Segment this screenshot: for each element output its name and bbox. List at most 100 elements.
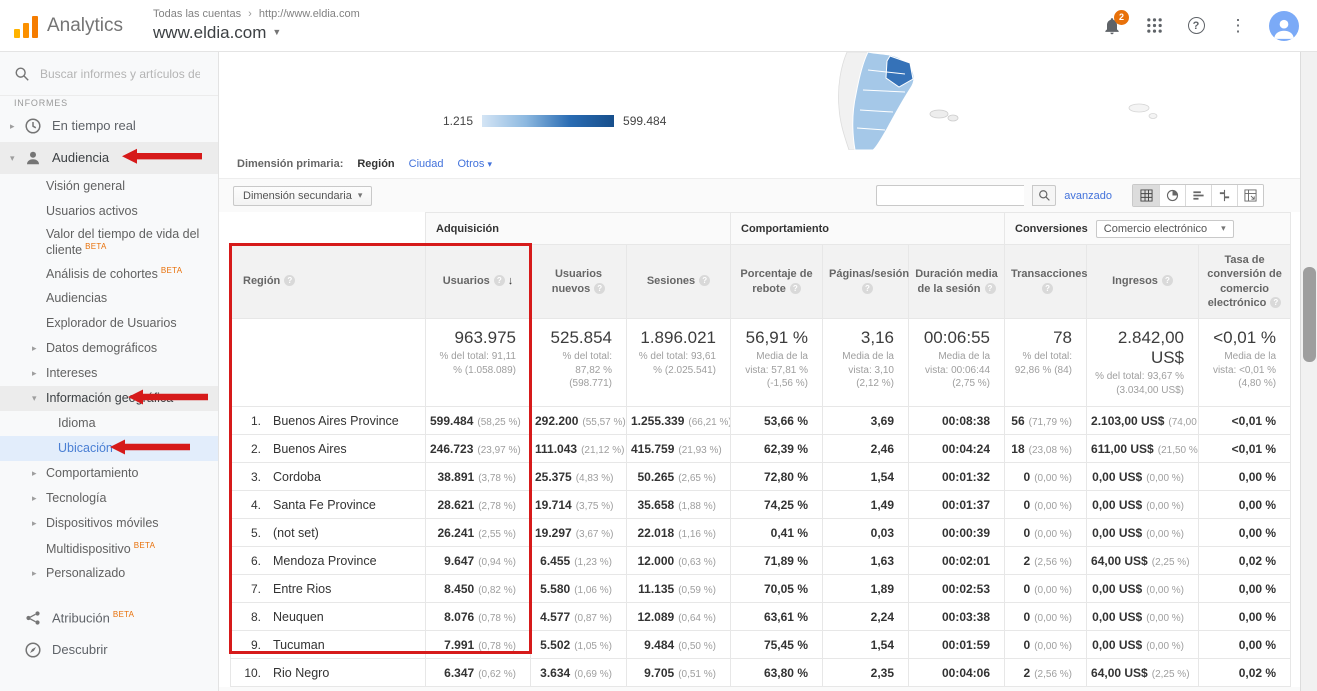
- scrollbar-thumb[interactable]: [1303, 267, 1316, 362]
- total-value: 00:06:55: [915, 328, 990, 348]
- column-header-paginas-sesion[interactable]: Páginas/sesión?: [823, 245, 909, 319]
- notifications-button[interactable]: 2: [1101, 15, 1123, 37]
- sidebar-search[interactable]: [0, 52, 218, 96]
- region-link[interactable]: Santa Fe Province: [273, 498, 376, 512]
- cell-transacciones: 0(0,00 %): [1005, 491, 1087, 519]
- dimension-ciudad[interactable]: Ciudad: [409, 158, 444, 170]
- sidebar-item-descubrir[interactable]: Descubrir: [0, 634, 218, 666]
- sidebar-item-multidispositivo[interactable]: MultidispositivoBETA: [0, 536, 218, 561]
- analytics-logo[interactable]: Analytics: [0, 14, 123, 38]
- sidebar-item-comportamiento[interactable]: ▸Comportamiento: [0, 461, 218, 486]
- region-link[interactable]: Tucuman: [273, 638, 325, 652]
- sidebar-item-datos-demogr-ficos[interactable]: ▸Datos demográficos: [0, 336, 218, 361]
- cell-value: 0,00 US$: [1092, 498, 1142, 512]
- conversion-type-select[interactable]: Comercio electrónico ▾: [1096, 220, 1234, 238]
- chevron-right-icon[interactable]: ▸: [32, 518, 46, 529]
- cell-value: 0,41 %: [771, 526, 808, 540]
- cell-transacciones: 0(0,00 %): [1005, 575, 1087, 603]
- column-header-usuarios[interactable]: Usuarios?↓: [426, 245, 531, 319]
- chevron-right-icon[interactable]: ▸: [10, 121, 24, 132]
- cell-percent: (2,55 %): [478, 529, 516, 540]
- sidebar-item-intereses[interactable]: ▸Intereses: [0, 361, 218, 386]
- chevron-down-icon[interactable]: ▾: [10, 153, 24, 164]
- region-link[interactable]: (not set): [273, 526, 319, 540]
- chevron-right-icon[interactable]: ▸: [32, 368, 46, 379]
- sidebar-item-audiencia[interactable]: ▾Audiencia: [0, 142, 218, 174]
- advanced-filter-link[interactable]: avanzado: [1064, 190, 1112, 202]
- cell-usuarios-nuevos: 19.297(3,67 %): [531, 519, 627, 547]
- chevron-down-icon[interactable]: ▾: [32, 393, 46, 404]
- sidebar-item-an-lisis-de-cohortes[interactable]: Análisis de cohortesBETA: [0, 261, 218, 286]
- region-link[interactable]: Neuquen: [273, 610, 324, 624]
- cell-ingresos: 0,00 US$(0,00 %): [1087, 519, 1199, 547]
- region-link[interactable]: Mendoza Province: [273, 554, 377, 568]
- column-header-usuarios-nuevos[interactable]: Usuarios nuevos?: [531, 245, 627, 319]
- chevron-right-icon[interactable]: ▸: [32, 343, 46, 354]
- view-performance-button[interactable]: [1185, 185, 1211, 206]
- person-icon: [1271, 15, 1297, 41]
- sidebar-item-tecnolog-a[interactable]: ▸Tecnología: [0, 486, 218, 511]
- sidebar-item-dispositivos-m-viles[interactable]: ▸Dispositivos móviles: [0, 511, 218, 536]
- cell-value: 0,03: [871, 526, 894, 540]
- table-search-button[interactable]: [1032, 185, 1056, 206]
- cell-percent: (0,87 %): [574, 613, 612, 624]
- region-cell: 8.Neuquen: [231, 603, 426, 631]
- region-link[interactable]: Entre Rios: [273, 582, 331, 596]
- view-comparison-button[interactable]: [1211, 185, 1237, 206]
- cell-transacciones: 0(0,00 %): [1005, 631, 1087, 659]
- secondary-dimension-button[interactable]: Dimensión secundaria ▾: [233, 186, 372, 206]
- breadcrumb-property[interactable]: http://www.eldia.com: [259, 8, 360, 20]
- sidebar-item-personalizado[interactable]: ▸Personalizado: [0, 561, 218, 586]
- column-header-ingresos[interactable]: Ingresos?: [1087, 245, 1199, 319]
- region-cell: 10.Rio Negro: [231, 659, 426, 687]
- argentina-map[interactable]: [609, 52, 1169, 150]
- row-rank: 5.: [239, 526, 261, 540]
- sidebar-item-usuarios-activos[interactable]: Usuarios activos: [0, 199, 218, 224]
- cell-tasa-conversion: 0,00 %: [1199, 575, 1291, 603]
- column-header-duracion-media-sesion[interactable]: Duración media de la sesión?: [909, 245, 1005, 319]
- cell-value: 0: [1024, 526, 1031, 540]
- column-header-region[interactable]: Región?: [231, 245, 426, 319]
- pivot-view-icon: [1244, 189, 1257, 202]
- region-link[interactable]: Buenos Aires Province: [273, 414, 399, 428]
- sidebar-item-valor-del-tiempo-de-vida-del-cliente[interactable]: Valor del tiempo de vida del clienteBETA: [0, 224, 218, 261]
- view-pivot-button[interactable]: [1237, 185, 1263, 206]
- chevron-right-icon[interactable]: ▸: [32, 493, 46, 504]
- sidebar-item-atribuci-n[interactable]: AtribuciónBETA: [0, 602, 218, 634]
- help-button[interactable]: ?: [1185, 15, 1207, 37]
- vertical-scrollbar[interactable]: [1300, 52, 1317, 691]
- sidebar-item-idioma[interactable]: Idioma: [0, 411, 218, 436]
- chevron-right-icon[interactable]: ▸: [32, 468, 46, 479]
- breadcrumb-accounts[interactable]: Todas las cuentas: [153, 8, 241, 20]
- column-header-tasa-conversion[interactable]: Tasa de conversión de comercio electróni…: [1199, 245, 1291, 319]
- sidebar-item-en-tiempo-real[interactable]: ▸En tiempo real: [0, 110, 218, 142]
- dimension-region[interactable]: Región: [357, 158, 394, 170]
- chevron-right-icon[interactable]: ▸: [32, 568, 46, 579]
- region-cell: 2. Buenos Aires: [231, 435, 426, 463]
- region-link[interactable]: Buenos Aires: [273, 442, 347, 456]
- avatar[interactable]: [1269, 11, 1299, 41]
- sidebar-item-visi-n-general[interactable]: Visión general: [0, 174, 218, 199]
- dimension-otros[interactable]: Otros ▾: [458, 158, 493, 170]
- sidebar-item-ubicaci-n[interactable]: Ubicación: [0, 436, 218, 461]
- apps-grid-button[interactable]: [1143, 15, 1165, 37]
- totals-cell-duracion-media-sesion: 00:06:55Media de la vista: 00:06:44 (2,7…: [909, 319, 1005, 407]
- region-link[interactable]: Cordoba: [273, 470, 321, 484]
- view-table-button[interactable]: [1133, 185, 1159, 206]
- cell-tasa-conversion: 0,00 %: [1199, 491, 1291, 519]
- sidebar-item-audiencias[interactable]: Audiencias: [0, 286, 218, 311]
- account-selector[interactable]: www.eldia.com ▼: [153, 22, 360, 43]
- more-options-button[interactable]: ⋮: [1227, 15, 1249, 37]
- column-header-sesiones[interactable]: Sesiones?: [627, 245, 731, 319]
- cell-percent: (3,78 %): [478, 473, 516, 484]
- region-link[interactable]: Rio Negro: [273, 666, 329, 680]
- column-header-porcentaje-de-rebote[interactable]: Porcentaje de rebote?: [731, 245, 823, 319]
- row-rank: 2.: [239, 442, 261, 456]
- sidebar-item-informaci-n-geogr-fica[interactable]: ▾Información geográfica: [0, 386, 218, 411]
- search-input[interactable]: [40, 67, 200, 81]
- table-search-input[interactable]: [876, 185, 1024, 206]
- column-header-transacciones[interactable]: Transacciones?: [1005, 245, 1087, 319]
- sidebar-item-explorador-de-usuarios[interactable]: Explorador de Usuarios: [0, 311, 218, 336]
- view-percentage-button[interactable]: [1159, 185, 1185, 206]
- totals-row: 963.975% del total: 91,11 % (1.058.089)5…: [231, 319, 1291, 407]
